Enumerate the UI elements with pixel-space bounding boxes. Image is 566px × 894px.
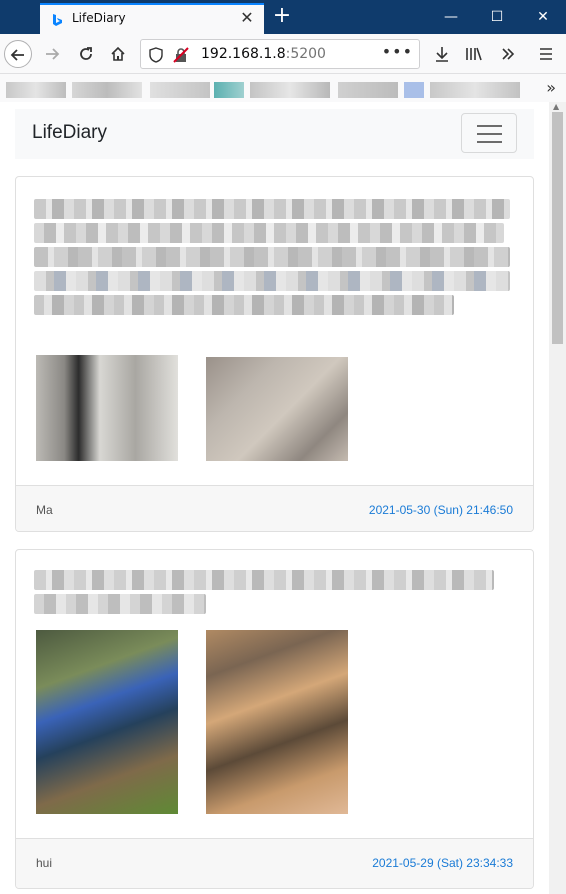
post-text-redacted: [34, 594, 206, 614]
page-scrollbar[interactable]: ▲: [549, 102, 566, 894]
reload-icon: [80, 47, 92, 60]
post-photo[interactable]: [206, 630, 348, 814]
download-icon: [436, 47, 448, 62]
bookmark-item[interactable]: [72, 82, 142, 98]
browser-toolbar: 192.168.1.8:5200 •••: [0, 34, 566, 74]
hamburger-icon-line: [477, 125, 502, 127]
post-text-redacted: [34, 570, 494, 590]
bookmark-item[interactable]: [6, 82, 66, 98]
hamburger-icon: [540, 48, 552, 60]
navbar-toggler-button[interactable]: [461, 113, 517, 153]
hamburger-icon-line: [477, 141, 502, 143]
close-window-button[interactable]: ✕: [520, 0, 566, 34]
post-text-redacted: [34, 223, 504, 243]
post-author: hui: [36, 856, 53, 870]
app-navbar: LifeDiary: [15, 109, 534, 159]
insecure-lock-icon[interactable]: [173, 47, 189, 63]
post-photo[interactable]: [206, 357, 348, 461]
brand-link[interactable]: LifeDiary: [32, 122, 107, 144]
downloads-button[interactable]: [428, 40, 456, 68]
post-card: hui 2021-05-29 (Sat) 23:34:33: [15, 549, 534, 889]
tab-close-icon[interactable]: ✕: [238, 9, 256, 27]
home-icon: [111, 46, 125, 61]
post-photo[interactable]: [36, 355, 178, 461]
page-viewport: LifeDiary Ma 2021-05-30 (Sun) 21:46:50 h…: [0, 102, 566, 894]
back-button[interactable]: [4, 40, 32, 68]
url-bar[interactable]: 192.168.1.8:5200 •••: [140, 39, 420, 69]
bookmark-item[interactable]: [250, 82, 330, 98]
minimize-button[interactable]: —: [428, 0, 474, 34]
library-button[interactable]: [460, 40, 488, 68]
hamburger-menu-button[interactable]: [532, 40, 560, 68]
arrow-right-icon: [46, 48, 60, 60]
url-port: :5200: [285, 46, 326, 62]
url-text[interactable]: 192.168.1.8:5200: [201, 46, 326, 62]
post-photo[interactable]: [36, 630, 178, 814]
post-footer: hui 2021-05-29 (Sat) 23:34:33: [16, 838, 533, 888]
post-card: Ma 2021-05-30 (Sun) 21:46:50: [15, 176, 534, 532]
bookmark-item[interactable]: [404, 82, 424, 98]
scrollbar-thumb[interactable]: [552, 112, 563, 344]
home-button[interactable]: [104, 40, 132, 68]
bookmarks-overflow-icon[interactable]: »: [546, 78, 556, 97]
double-chevron-right-icon: [502, 48, 515, 60]
bookmarks-toolbar: »: [0, 74, 566, 102]
window-titlebar: LifeDiary ✕ + — ☐ ✕: [0, 0, 566, 34]
page-actions-menu-icon[interactable]: •••: [382, 42, 413, 61]
library-icon: [466, 47, 482, 61]
post-date-link[interactable]: 2021-05-29 (Sat) 23:34:33: [372, 856, 513, 870]
arrow-left-icon: [10, 49, 24, 61]
new-tab-button[interactable]: +: [270, 4, 294, 28]
bookmark-item[interactable]: [214, 82, 244, 98]
hamburger-icon-line: [477, 133, 502, 135]
post-text-redacted: [34, 295, 454, 315]
url-host: 192.168.1.8: [201, 46, 286, 62]
overflow-menu-button[interactable]: [494, 40, 522, 68]
post-text-redacted: [34, 199, 510, 219]
post-date-link[interactable]: 2021-05-30 (Sun) 21:46:50: [369, 503, 513, 517]
shield-icon[interactable]: [149, 47, 163, 63]
post-author: Ma: [36, 503, 53, 517]
bing-icon: [53, 14, 62, 26]
post-text-redacted: [34, 247, 510, 267]
bookmark-item[interactable]: [430, 82, 520, 98]
bookmark-item[interactable]: [338, 82, 398, 98]
post-text-redacted: [34, 271, 510, 291]
forward-button[interactable]: [38, 40, 66, 68]
tab-title: LifeDiary: [72, 11, 126, 25]
bookmark-item[interactable]: [150, 82, 210, 98]
post-footer: Ma 2021-05-30 (Sun) 21:46:50: [16, 485, 533, 531]
browser-tab[interactable]: LifeDiary ✕: [40, 3, 264, 34]
scroll-up-arrow-icon[interactable]: ▲: [553, 102, 562, 111]
reload-button[interactable]: [72, 40, 100, 68]
maximize-button[interactable]: ☐: [474, 0, 520, 34]
